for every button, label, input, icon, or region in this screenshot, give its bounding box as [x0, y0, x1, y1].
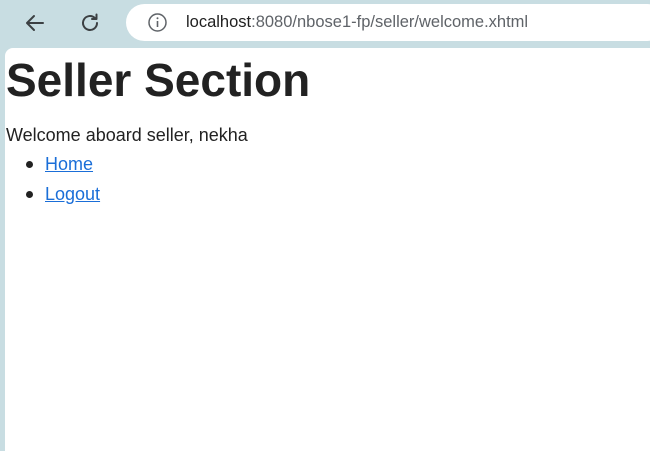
reload-button[interactable]: [73, 6, 107, 40]
list-item: Home: [6, 152, 100, 182]
back-arrow-icon: [26, 15, 44, 31]
info-icon[interactable]: [147, 12, 168, 33]
url-text[interactable]: localhost:8080/nbose1-fp/seller/welcome.…: [186, 4, 528, 41]
page-viewport: Seller Section Welcome aboard seller, ne…: [5, 48, 650, 451]
url-host: localhost: [186, 13, 252, 31]
page-title: Seller Section: [6, 54, 311, 106]
browser-toolbar: localhost:8080/nbose1-fp/seller/welcome.…: [0, 0, 650, 45]
url-path: :8080/nbose1-fp/seller/welcome.xhtml: [251, 13, 529, 31]
welcome-message: Welcome aboard seller, nekha: [6, 125, 248, 145]
list-item: Logout: [6, 182, 100, 212]
nav-link-list: Home Logout: [6, 152, 100, 212]
address-bar[interactable]: localhost:8080/nbose1-fp/seller/welcome.…: [126, 4, 650, 41]
reload-icon: [82, 13, 98, 31]
logout-link[interactable]: Logout: [45, 184, 100, 204]
back-button[interactable]: [18, 6, 52, 40]
home-link[interactable]: Home: [45, 154, 93, 174]
